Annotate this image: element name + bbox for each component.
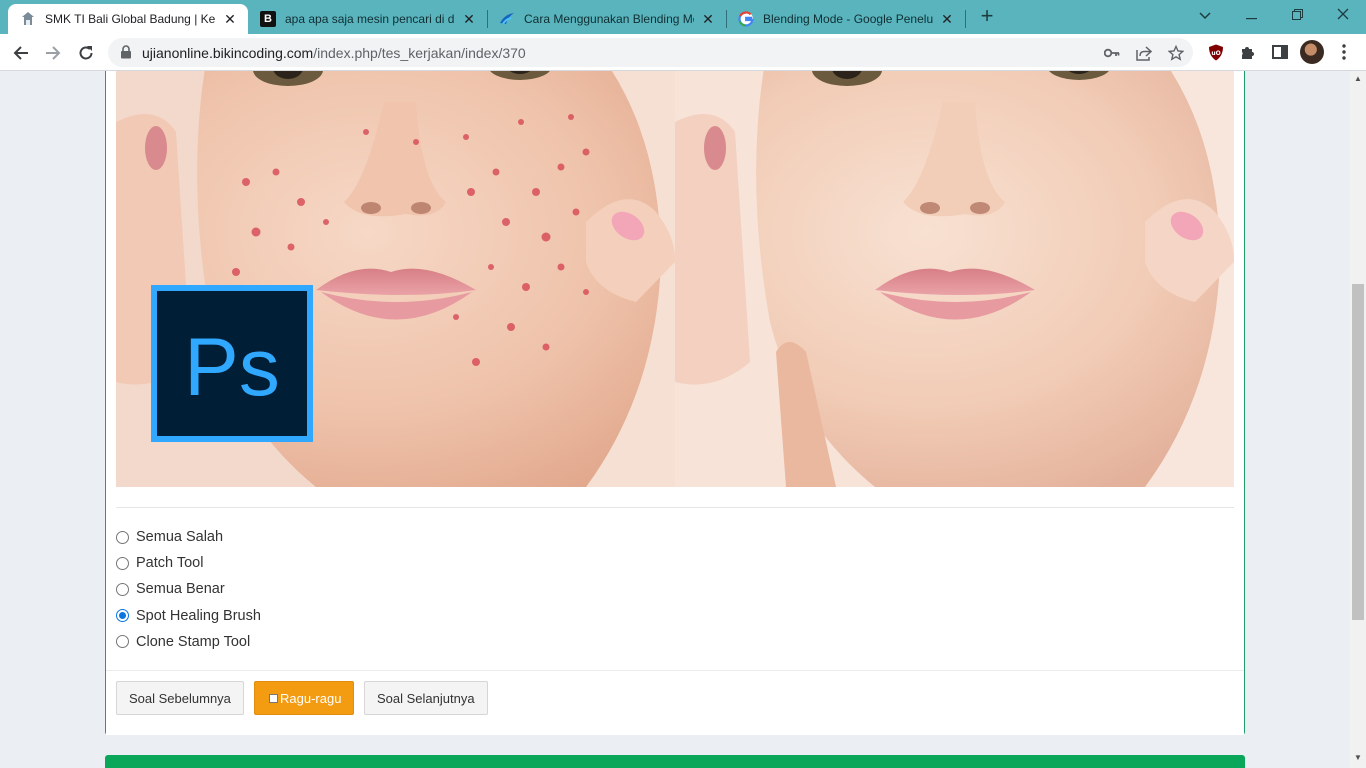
- ublock-icon[interactable]: uO: [1206, 42, 1226, 62]
- option-label: Semua Benar: [136, 581, 225, 598]
- option-label: Semua Salah: [136, 529, 224, 546]
- reload-icon: [79, 46, 93, 60]
- photoshop-logo-text: Ps: [184, 322, 280, 413]
- close-icon[interactable]: ✕: [939, 11, 955, 28]
- tab-1[interactable]: B apa apa saja mesin pencari di dalam ✕: [248, 4, 487, 34]
- option-semua-benar[interactable]: Semua Benar: [116, 576, 261, 602]
- share-icon[interactable]: [1135, 44, 1153, 62]
- minimize-button[interactable]: [1236, 4, 1266, 26]
- tab-title: Blending Mode - Google Penelusuran: [763, 12, 933, 26]
- option-label: Spot Healing Brush: [136, 607, 261, 624]
- tab-separator: [965, 10, 966, 28]
- tab-search-button[interactable]: [1190, 4, 1220, 26]
- menu-kebab-icon[interactable]: [1334, 42, 1354, 62]
- tab-strip: SMK TI Bali Global Badung | Kerjakan ✕ B…: [0, 0, 1366, 34]
- option-semua-salah[interactable]: Semua Salah: [116, 524, 261, 550]
- forward-arrow-icon: [46, 46, 61, 60]
- radio-button[interactable]: [116, 530, 129, 544]
- radio-button[interactable]: [116, 582, 129, 596]
- answer-options: Semua Salah Patch Tool Semua Benar Spot …: [116, 524, 261, 655]
- new-tab-button[interactable]: +: [976, 5, 998, 27]
- close-icon[interactable]: ✕: [222, 11, 238, 28]
- doubt-button[interactable]: Ragu-ragu: [254, 681, 355, 715]
- option-clone-stamp-tool[interactable]: Clone Stamp Tool: [116, 629, 261, 655]
- back-button[interactable]: [8, 40, 34, 66]
- close-window-button[interactable]: [1328, 4, 1358, 26]
- lock-icon[interactable]: [120, 45, 132, 64]
- close-icon[interactable]: ✕: [700, 11, 716, 28]
- question-image: Ps: [116, 71, 1234, 487]
- option-label: Patch Tool: [136, 555, 204, 572]
- google-icon: [738, 11, 754, 27]
- next-question-button[interactable]: Soal Selanjutnya: [364, 681, 488, 715]
- page-content: Ps Semua Salah Patch Tool Semua Benar Sp…: [0, 71, 1350, 768]
- radio-button[interactable]: [116, 635, 129, 649]
- extensions-puzzle-icon[interactable]: [1238, 42, 1258, 62]
- question-nav-panel-header: [105, 755, 1245, 768]
- question-card: Ps Semua Salah Patch Tool Semua Benar Sp…: [105, 71, 1245, 735]
- reload-button[interactable]: [73, 40, 99, 66]
- tab-title: apa apa saja mesin pencari di dalam: [285, 12, 455, 26]
- b-logo-icon: B: [260, 11, 276, 27]
- close-icon[interactable]: ✕: [461, 11, 477, 28]
- tab-title: SMK TI Bali Global Badung | Kerjakan: [45, 12, 216, 26]
- url-text: ujianonline.bikincoding.com/index.php/te…: [142, 45, 526, 61]
- radio-button[interactable]: [116, 556, 129, 570]
- option-spot-healing-brush[interactable]: Spot Healing Brush: [116, 603, 261, 629]
- page-scrollbar[interactable]: ▲ ▼: [1350, 71, 1366, 768]
- address-bar[interactable]: ujianonline.bikincoding.com/index.php/te…: [108, 38, 1193, 67]
- tab-0[interactable]: SMK TI Bali Global Badung | Kerjakan ✕: [8, 4, 248, 34]
- profile-avatar[interactable]: [1300, 40, 1324, 64]
- wing-logo-icon: [499, 11, 515, 27]
- tab-title: Cara Menggunakan Blending Mode: [524, 12, 694, 26]
- scroll-up-arrow-icon[interactable]: ▲: [1353, 74, 1363, 84]
- back-arrow-icon: [13, 46, 28, 60]
- browser-toolbar: ujianonline.bikincoding.com/index.php/te…: [0, 34, 1366, 71]
- key-icon[interactable]: [1103, 44, 1121, 62]
- option-label: Clone Stamp Tool: [136, 633, 251, 650]
- url-host: ujianonline.bikincoding.com: [142, 45, 314, 61]
- doubt-label: Ragu-ragu: [280, 690, 342, 706]
- question-footer: Soal Sebelumnya Ragu-ragu Soal Selanjutn…: [106, 670, 1244, 735]
- radio-button-selected[interactable]: [116, 609, 129, 623]
- school-logo-icon: [20, 11, 36, 27]
- doubt-checkbox[interactable]: [269, 693, 278, 703]
- divider: [116, 507, 1234, 508]
- forward-button[interactable]: [40, 40, 66, 66]
- url-path: /index.php/tes_kerjakan/index/370: [313, 45, 526, 61]
- scrollbar-thumb[interactable]: [1352, 284, 1364, 620]
- tab-3[interactable]: Blending Mode - Google Penelusuran ✕: [726, 4, 965, 34]
- scroll-down-arrow-icon[interactable]: ▼: [1353, 753, 1363, 763]
- option-patch-tool[interactable]: Patch Tool: [116, 550, 261, 576]
- tab-2[interactable]: Cara Menggunakan Blending Mode ✕: [487, 4, 726, 34]
- restore-button[interactable]: [1282, 4, 1312, 26]
- previous-question-button[interactable]: Soal Sebelumnya: [116, 681, 244, 715]
- side-panel-icon[interactable]: [1270, 42, 1290, 62]
- bookmark-star-icon[interactable]: [1167, 44, 1185, 62]
- svg-text:uO: uO: [1211, 50, 1220, 57]
